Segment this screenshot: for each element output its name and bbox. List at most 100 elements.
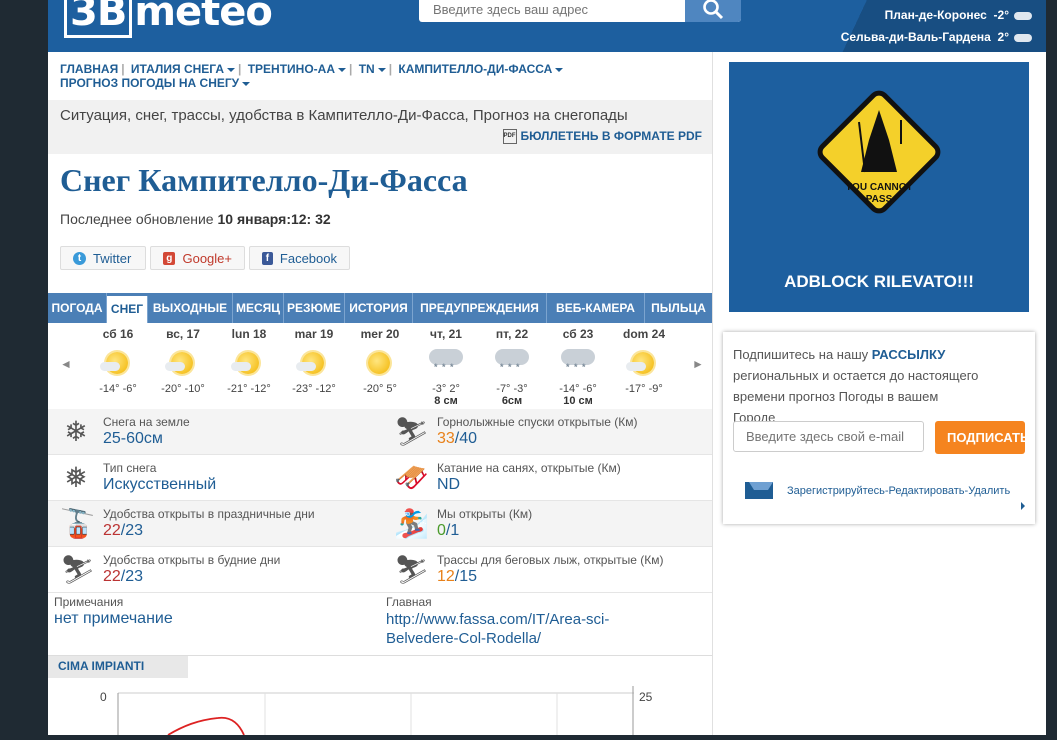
city-name: План-де-Коронес <box>884 8 987 22</box>
breadcrumb-item[interactable]: ИТАЛИЯ СНЕГА <box>131 62 235 76</box>
snow-stats: ❄ Снега на земле 25-60см ⛷ Горнолыжные с… <box>48 409 712 593</box>
chevron-down-icon <box>377 67 386 72</box>
skier-icon: ⛷ <box>394 416 430 447</box>
chevron-down-icon <box>227 67 235 72</box>
tab-weather[interactable]: ПОГОДА <box>48 293 107 323</box>
home-label: Главная <box>386 595 432 609</box>
forecast-day[interactable]: сб 23-14° -6°10 см <box>545 327 611 407</box>
tab-pollen[interactable]: ПЫЛЬЦА <box>645 293 712 323</box>
adblock-banner[interactable]: YOU CANNOT PASS ADBLOCK RILEVATO!!! <box>729 62 1029 312</box>
email-field[interactable] <box>733 421 924 452</box>
forecast-day[interactable]: lun 18 -21° -12° <box>216 327 282 395</box>
cloud-icon <box>1014 11 1032 20</box>
tab-webcam[interactable]: ВЕБ-КАМЕРА <box>547 293 645 323</box>
edit-link[interactable]: Редактировать <box>889 485 965 497</box>
cross-country-ski-icon: ⛷ <box>394 554 430 585</box>
sun-icon <box>231 352 259 374</box>
notes-label: Примечания <box>54 595 124 609</box>
stat-sledding: 🛷 Катание на санях, открытые (Км) ND <box>394 461 621 493</box>
pdf-icon: PDF <box>502 129 517 145</box>
stat-snow-ground: ❄ Снега на земле 25-60см <box>48 409 378 454</box>
breadcrumb-item[interactable]: ПРОГНОЗ ПОГОДЫ НА СНЕГУ <box>60 76 251 90</box>
stat-crosscountry: ⛷ Трассы для беговых лыж, открытые (Км) … <box>394 553 664 585</box>
stat-snow-type: ❅ Тип снега Искусственный <box>48 455 378 500</box>
tab-snow[interactable]: СНЕГ <box>107 296 148 323</box>
svg-text:PASS: PASS <box>866 194 893 205</box>
subscribe-button[interactable]: ПОДПИСАТЬСЯ <box>935 421 1025 454</box>
stat-slopes-open: ⛷ Горнолыжные спуски открытые (Км) 33/40 <box>394 415 638 447</box>
tab-summary[interactable]: РЕЗЮМЕ <box>284 293 345 323</box>
breadcrumb-item[interactable]: ГЛАВНАЯ <box>60 62 118 76</box>
forecast-day[interactable]: mer 20 -20° 5° <box>347 327 413 395</box>
snow-cloud-icon <box>561 349 595 372</box>
prev-arrow-icon[interactable]: ◄ <box>60 357 72 371</box>
sun-icon <box>368 352 390 374</box>
sun-icon <box>626 352 654 374</box>
stat-lifts-weekday: ⛷ Удобства открыты в будние дни 22/23 <box>60 553 281 585</box>
forecast-day[interactable]: пт, 22-7° -3°6см <box>479 327 545 407</box>
newsletter-box: Подпишитесь на нашу РАССЫЛКУ региональны… <box>723 332 1035 524</box>
chevron-down-icon <box>555 67 564 72</box>
breadcrumb: ГЛАВНАЯ | ИТАЛИЯ СНЕГА | ТРЕНТИНО-АА | TN | … <box>60 62 700 90</box>
search-icon <box>703 0 724 20</box>
cima-impianti-header: CIMA IMPIANTI <box>48 655 712 678</box>
axis-right-label: 25 <box>639 690 653 704</box>
stats-row: ❄ Снега на земле 25-60см ⛷ Горнолыжные с… <box>48 409 712 455</box>
main-content: ГЛАВНАЯ | ИТАЛИЯ СНЕГА | ТРЕНТИНО-АА | TN | … <box>48 52 712 736</box>
google-plus-button[interactable]: g Google+ <box>150 246 245 270</box>
tab-month[interactable]: МЕСЯЦ <box>233 293 284 323</box>
chevron-right-icon[interactable] <box>1021 502 1025 510</box>
tab-history[interactable]: ИСТОРИЯ <box>345 293 413 323</box>
city-item[interactable]: Сельва-ди-Валь-Гардена 2° <box>841 28 1032 50</box>
city-temp: 2° <box>997 30 1009 44</box>
stats-row: ⛷ Удобства открыты в будние дни 22/23 ⛷ … <box>48 547 712 593</box>
forecast-day[interactable]: вс, 17 -20° -10° <box>150 327 216 395</box>
notes-value: нет примечание <box>54 610 173 627</box>
axis-left-label: 0 <box>100 690 107 704</box>
social-share: t Twitter g Google+ f Facebook <box>60 246 350 270</box>
snow-cloud-icon <box>495 349 529 372</box>
svg-text:YOU CANNOT: YOU CANNOT <box>845 182 912 193</box>
page-title: Снег Кампителло-Ди-Фасса <box>60 162 468 198</box>
pdf-bulletin-link[interactable]: PDF БЮЛЛЕТЕНЬ В ФОРМАТЕ PDF <box>502 129 702 145</box>
city-weather-list: План-де-Коронес -2° Сельва-ди-Валь-Гарде… <box>841 6 1032 50</box>
city-item[interactable]: План-де-Коронес -2° <box>841 6 1032 28</box>
logo[interactable]: 3B meteo <box>64 0 273 38</box>
home-link[interactable]: http://www.fassa.com/IT/Area-sci-Belvede… <box>386 610 666 648</box>
twitter-button[interactable]: t Twitter <box>60 246 146 270</box>
notes-section: Примечания нет примечание Главная http:/… <box>48 589 712 653</box>
facebook-button[interactable]: f Facebook <box>249 246 350 270</box>
sun-icon <box>100 352 128 374</box>
adblock-text: ADBLOCK RILEVATO!!! <box>784 272 974 291</box>
forecast-day[interactable]: dom 24 -17° -9° <box>611 327 677 395</box>
breadcrumb-item[interactable]: ТРЕНТИНО-АА <box>248 62 346 76</box>
newsletter-links: Зарегистрируйтесь - Редактировать - Удал… <box>745 482 1010 499</box>
forecast-day[interactable]: mar 19 -23° -12° <box>281 327 347 395</box>
sled-icon: 🛷 <box>394 462 429 493</box>
address-search-input[interactable] <box>431 0 685 22</box>
forecast-day[interactable]: сб 16 -14° -6° <box>85 327 151 395</box>
register-link[interactable]: Зарегистрируйтесь <box>787 485 885 497</box>
header: 3Bmeteo План-де-Коронес -2° Сельва-ди-Ва… <box>48 0 1046 52</box>
envelope-icon <box>745 482 773 499</box>
next-arrow-icon[interactable]: ► <box>692 357 704 371</box>
page-subtitle: Ситуация, снег, трассы, удобства в Кампи… <box>60 107 628 124</box>
logo-text: meteo <box>134 0 273 35</box>
page: 3Bmeteo План-де-Коронес -2° Сельва-ди-Ва… <box>48 0 1046 736</box>
breadcrumb-item[interactable]: КАМПИТЕЛЛО-ДИ-ФАССА <box>398 62 564 76</box>
tab-warnings[interactable]: ПРЕДУПРЕЖДЕНИЯ <box>413 293 547 323</box>
breadcrumb-item[interactable]: TN <box>359 62 386 76</box>
twitter-icon: t <box>73 251 86 265</box>
cima-title: CIMA IMPIANTI <box>48 656 188 678</box>
tab-weekend[interactable]: ВЫХОДНЫЕ <box>148 293 233 323</box>
forecast-day[interactable]: чт, 21-3° 2°8 см <box>413 327 479 407</box>
sun-icon <box>296 352 324 374</box>
ski-jump-icon: ⛷ <box>60 554 96 585</box>
remove-link[interactable]: Удалить <box>968 485 1010 497</box>
snow-crystal-icon: ❅ <box>64 462 88 493</box>
facebook-icon: f <box>262 251 273 265</box>
city-temp: -2° <box>993 8 1009 22</box>
search-button[interactable] <box>685 0 741 22</box>
cima-chart: 0 25 <box>48 678 712 736</box>
stats-row: 🚡 Удобства открыты в праздничные дни 22/… <box>48 501 712 547</box>
